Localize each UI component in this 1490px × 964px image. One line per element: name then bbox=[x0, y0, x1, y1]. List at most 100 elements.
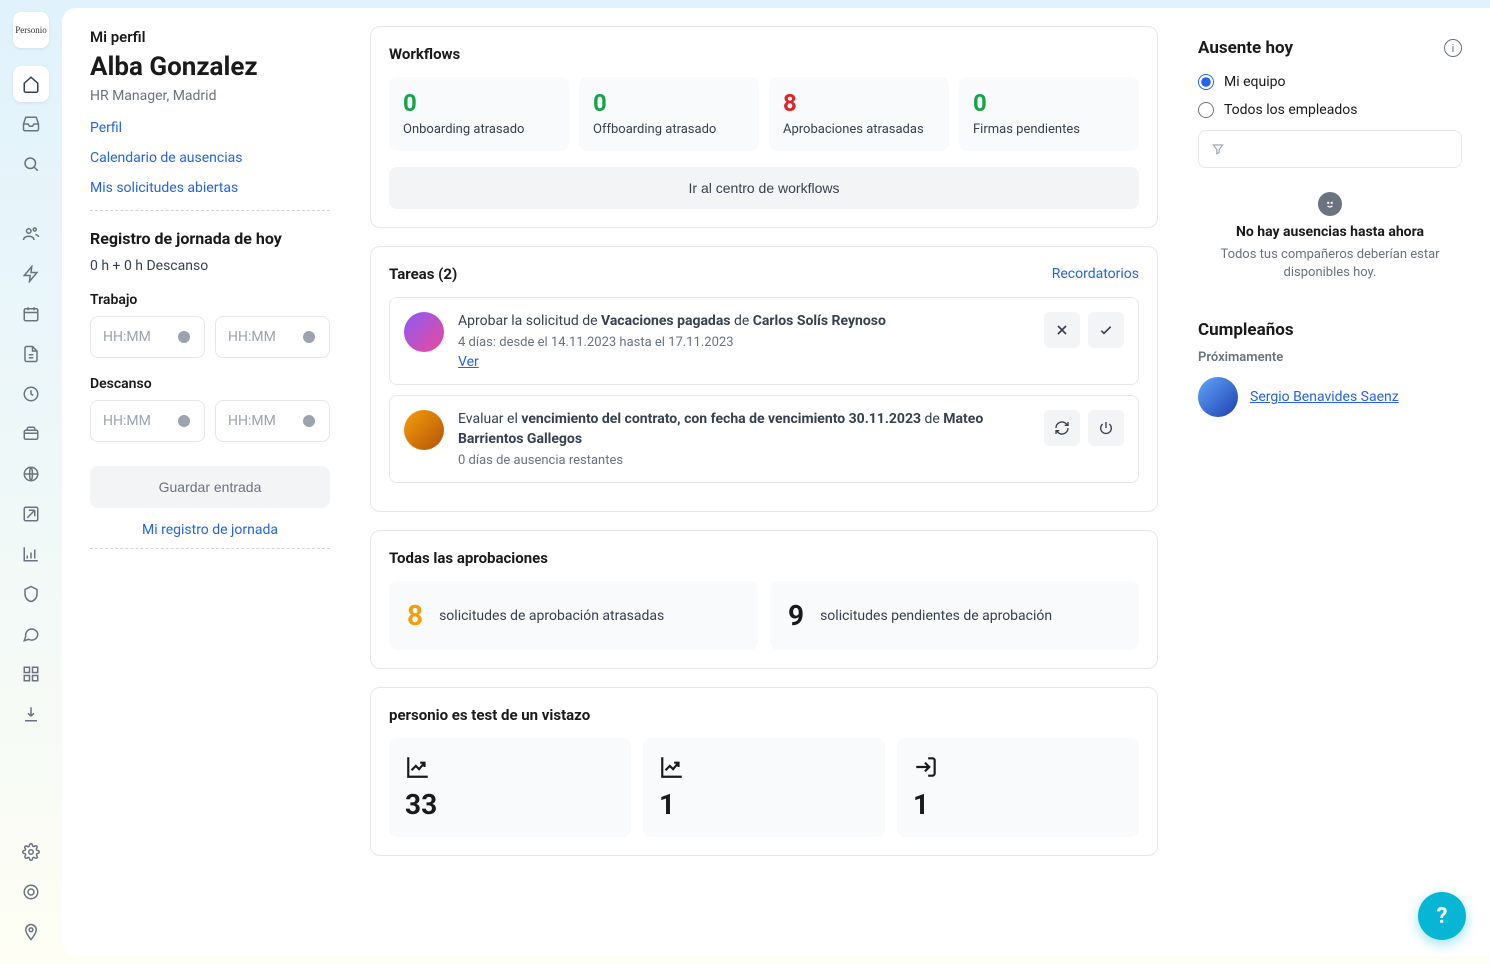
filter-input[interactable] bbox=[1198, 130, 1462, 168]
nav-settings[interactable] bbox=[13, 834, 49, 870]
message-icon bbox=[22, 625, 40, 643]
wf-tile-onboarding[interactable]: 0 Onboarding atrasado bbox=[389, 77, 569, 151]
nav-payroll[interactable] bbox=[13, 416, 49, 452]
birthday-row: Sergio Benavides Saenz bbox=[1198, 377, 1462, 417]
avatar[interactable] bbox=[404, 312, 444, 352]
info-button[interactable]: i bbox=[1444, 39, 1462, 57]
wf-label: Aprobaciones atrasadas bbox=[783, 121, 935, 139]
approvals-overdue-tile[interactable]: 8 solicitudes de aprobación atrasadas bbox=[389, 581, 758, 650]
divider bbox=[90, 548, 330, 549]
trend-icon bbox=[405, 754, 431, 780]
person-role: HR Manager, Madrid bbox=[90, 88, 330, 104]
gear-icon bbox=[22, 843, 40, 861]
nav-search[interactable] bbox=[13, 146, 49, 182]
nav-home[interactable] bbox=[13, 66, 49, 102]
wf-num: 0 bbox=[593, 89, 745, 117]
placeholder-text: HH:MM bbox=[103, 413, 151, 429]
avatar[interactable] bbox=[1198, 377, 1238, 417]
glance-title: personio es test de un vistazo bbox=[389, 706, 1139, 724]
radio-input[interactable] bbox=[1198, 74, 1214, 90]
nav-surveys[interactable] bbox=[13, 616, 49, 652]
calendar-icon bbox=[22, 305, 40, 323]
glance-tile[interactable]: 1 bbox=[643, 738, 885, 837]
save-button[interactable]: Guardar entrada bbox=[90, 466, 330, 508]
reject-button[interactable] bbox=[1044, 312, 1080, 348]
smiley-icon bbox=[1318, 192, 1342, 216]
approvals-num: 8 bbox=[407, 599, 423, 632]
approvals-pending-tile[interactable]: 9 solicitudes pendientes de aprobación bbox=[770, 581, 1139, 650]
bolt-icon bbox=[22, 265, 40, 283]
power-icon bbox=[1098, 420, 1114, 436]
tasks-title: Tareas (2) bbox=[389, 265, 457, 283]
glance-tile[interactable]: 1 bbox=[897, 738, 1139, 837]
nav-recruiting[interactable] bbox=[13, 456, 49, 492]
task-item: Evaluar el vencimiento del contrato, con… bbox=[389, 395, 1139, 483]
approvals-num: 9 bbox=[788, 599, 804, 632]
filter-icon bbox=[1211, 142, 1225, 156]
search-icon bbox=[22, 155, 40, 173]
nav-people[interactable] bbox=[13, 216, 49, 252]
glance-tile[interactable]: 33 bbox=[389, 738, 631, 837]
wf-tile-signatures[interactable]: 0 Firmas pendientes bbox=[959, 77, 1139, 151]
nav-compliance[interactable] bbox=[13, 576, 49, 612]
work-label: Trabajo bbox=[90, 292, 330, 308]
avatar[interactable] bbox=[404, 410, 444, 450]
people-icon bbox=[22, 225, 40, 243]
nav-import[interactable] bbox=[13, 696, 49, 732]
approvals-title: Todas las aprobaciones bbox=[389, 549, 1139, 567]
nav-apps[interactable] bbox=[13, 656, 49, 692]
radio-input[interactable] bbox=[1198, 102, 1214, 118]
nav-documents[interactable] bbox=[13, 336, 49, 372]
center-column: Workflows 0 Onboarding atrasado 0 Offboa… bbox=[358, 8, 1170, 956]
nav-reports[interactable] bbox=[13, 536, 49, 572]
nav-time[interactable] bbox=[13, 376, 49, 412]
grid-icon bbox=[22, 665, 40, 683]
absent-empty-state: No hay ausencias hasta ahora Todos tus c… bbox=[1198, 188, 1462, 294]
wf-tile-approvals[interactable]: 8 Aprobaciones atrasadas bbox=[769, 77, 949, 151]
clock-icon bbox=[176, 329, 192, 345]
break-label: Descanso bbox=[90, 376, 330, 392]
break-start-input[interactable]: HH:MM bbox=[90, 400, 205, 442]
nav-automation[interactable] bbox=[13, 256, 49, 292]
radio-all-employees[interactable]: Todos los empleados bbox=[1198, 102, 1462, 118]
placeholder-text: HH:MM bbox=[228, 413, 276, 429]
globe-icon bbox=[22, 465, 40, 483]
wf-label: Firmas pendientes bbox=[973, 121, 1125, 139]
link-perfil[interactable]: Perfil bbox=[90, 120, 330, 136]
clock-icon bbox=[301, 413, 317, 429]
workflows-title: Workflows bbox=[389, 45, 1139, 63]
break-end-input[interactable]: HH:MM bbox=[215, 400, 330, 442]
check-icon bbox=[1098, 322, 1114, 338]
attendance-log-link[interactable]: Mi registro de jornada bbox=[90, 522, 330, 538]
logo[interactable]: Personio bbox=[13, 12, 49, 48]
nav-marketplace[interactable] bbox=[13, 914, 49, 950]
help-fab[interactable]: ? bbox=[1418, 892, 1466, 940]
power-button[interactable] bbox=[1088, 410, 1124, 446]
task-title: Evaluar el vencimiento del contrato, con… bbox=[458, 410, 1030, 449]
workflows-cta-button[interactable]: Ir al centro de workflows bbox=[389, 167, 1139, 209]
task-subtitle: 0 días de ausencia restantes bbox=[458, 453, 1030, 468]
nav-rail: Personio bbox=[0, 0, 62, 964]
task-view-link[interactable]: Ver bbox=[458, 354, 479, 370]
radio-label: Todos los empleados bbox=[1224, 102, 1357, 118]
work-end-input[interactable]: HH:MM bbox=[215, 316, 330, 358]
nav-calendar[interactable] bbox=[13, 296, 49, 332]
home-icon bbox=[22, 75, 40, 93]
approve-button[interactable] bbox=[1088, 312, 1124, 348]
nav-help[interactable] bbox=[13, 874, 49, 910]
reminders-link[interactable]: Recordatorios bbox=[1052, 266, 1139, 282]
empty-title: No hay ausencias hasta ahora bbox=[1198, 224, 1462, 240]
nav-inbox[interactable] bbox=[13, 106, 49, 142]
radio-my-team[interactable]: Mi equipo bbox=[1198, 74, 1462, 90]
link-calendario[interactable]: Calendario de ausencias bbox=[90, 150, 330, 166]
wf-tile-offboarding[interactable]: 0 Offboarding atrasado bbox=[579, 77, 759, 151]
shield-icon bbox=[22, 585, 40, 603]
tasks-card: Tareas (2) Recordatorios Aprobar la soli… bbox=[370, 246, 1158, 513]
nav-performance[interactable] bbox=[13, 496, 49, 532]
placeholder-text: HH:MM bbox=[228, 329, 276, 345]
work-start-input[interactable]: HH:MM bbox=[90, 316, 205, 358]
link-solicitudes[interactable]: Mis solicitudes abiertas bbox=[90, 180, 330, 196]
refresh-button[interactable] bbox=[1044, 410, 1080, 446]
birthday-person-link[interactable]: Sergio Benavides Saenz bbox=[1250, 389, 1399, 405]
wf-label: Onboarding atrasado bbox=[403, 121, 555, 139]
